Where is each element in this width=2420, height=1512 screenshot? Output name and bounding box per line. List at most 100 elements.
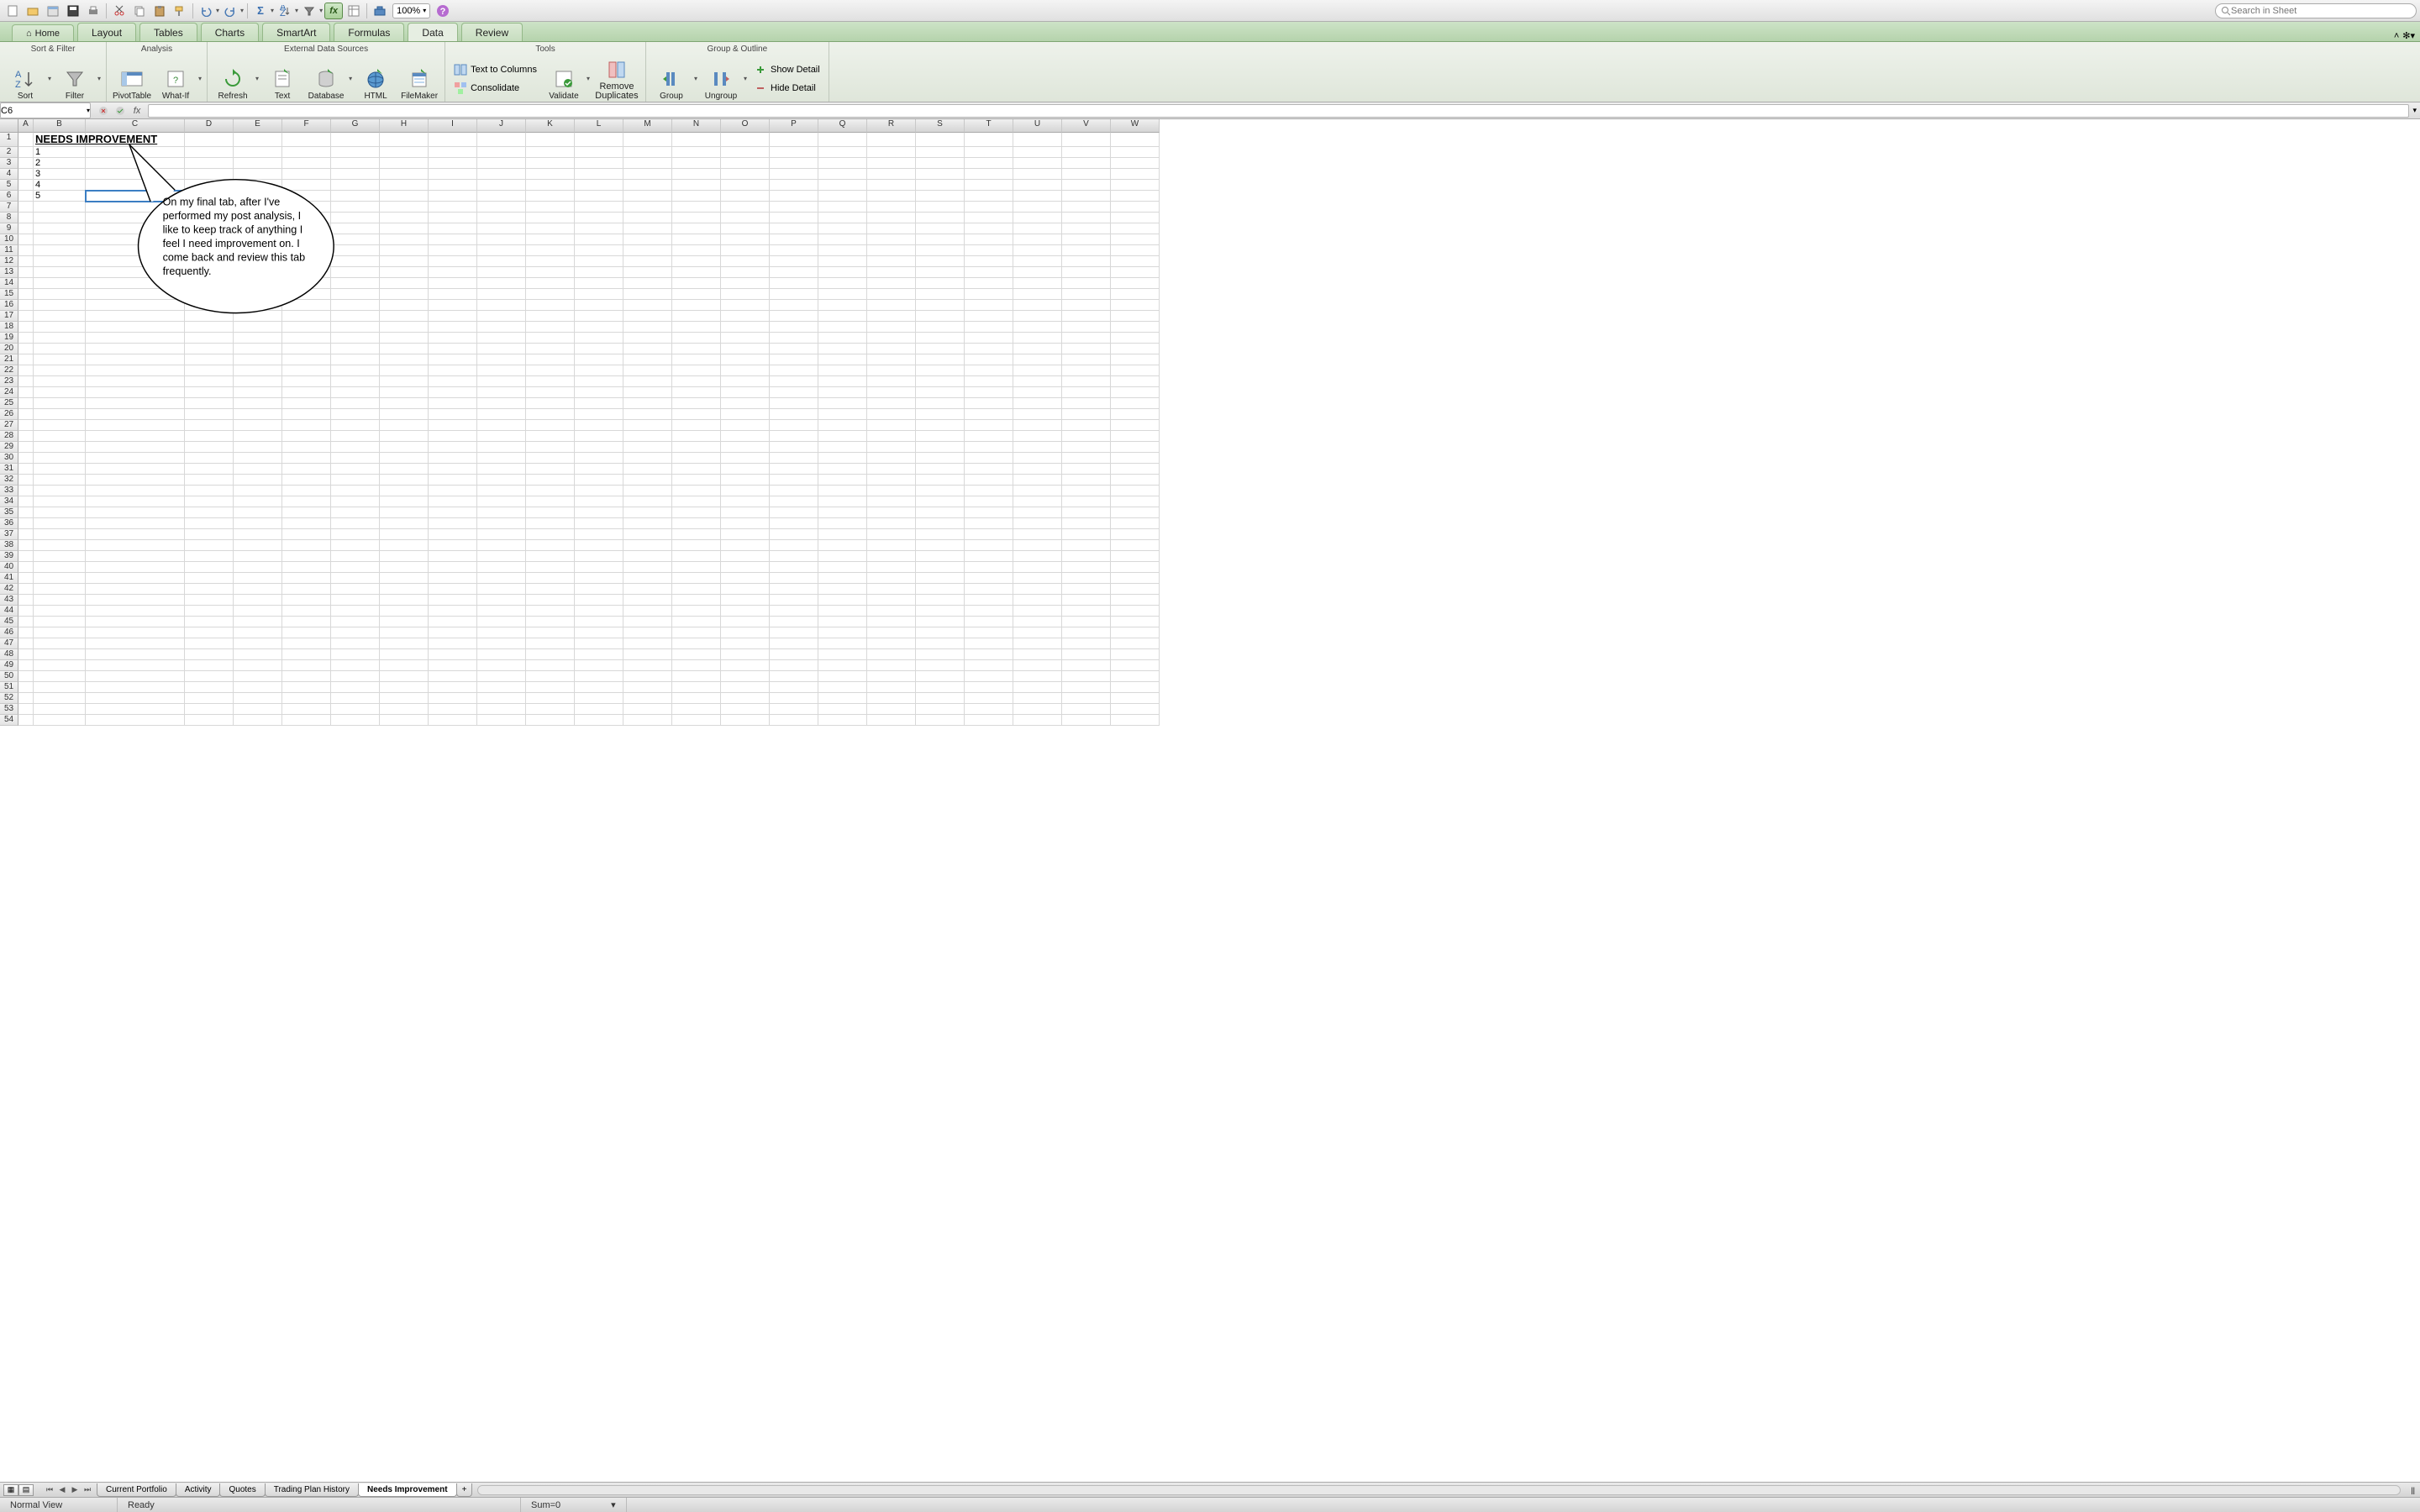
cell[interactable] — [185, 507, 234, 518]
cell[interactable] — [575, 133, 623, 147]
cell[interactable] — [1013, 213, 1062, 223]
cell[interactable] — [185, 442, 234, 453]
cell[interactable] — [916, 540, 965, 551]
cell[interactable] — [1062, 573, 1111, 584]
cell[interactable] — [86, 147, 185, 158]
cell[interactable] — [282, 278, 331, 289]
cell[interactable] — [477, 289, 526, 300]
cell[interactable] — [477, 133, 526, 147]
cell[interactable] — [331, 245, 380, 256]
cell[interactable] — [1062, 486, 1111, 496]
cell[interactable] — [234, 464, 282, 475]
row-header[interactable]: 7 — [0, 202, 18, 213]
cell[interactable] — [575, 649, 623, 660]
cell[interactable] — [18, 682, 34, 693]
cell[interactable] — [1013, 496, 1062, 507]
cell[interactable] — [331, 333, 380, 344]
cell[interactable] — [575, 256, 623, 267]
cell[interactable] — [867, 234, 916, 245]
cell[interactable] — [1013, 191, 1062, 202]
cell[interactable] — [721, 627, 770, 638]
cell[interactable] — [86, 540, 185, 551]
row-header[interactable]: 6 — [0, 191, 18, 202]
cell[interactable] — [818, 496, 867, 507]
cell[interactable] — [282, 475, 331, 486]
cell[interactable] — [623, 584, 672, 595]
cell[interactable] — [185, 213, 234, 223]
cell[interactable] — [477, 649, 526, 660]
cell[interactable] — [575, 551, 623, 562]
cell[interactable] — [234, 682, 282, 693]
cell[interactable] — [185, 660, 234, 671]
cell[interactable] — [1111, 409, 1160, 420]
cell[interactable] — [623, 234, 672, 245]
cell[interactable] — [380, 387, 429, 398]
cell[interactable] — [331, 693, 380, 704]
cell[interactable] — [234, 627, 282, 638]
cell[interactable] — [34, 365, 86, 376]
cell[interactable] — [526, 551, 575, 562]
cell[interactable] — [1013, 278, 1062, 289]
cell[interactable] — [282, 627, 331, 638]
cell[interactable] — [331, 464, 380, 475]
cell[interactable] — [770, 256, 818, 267]
cell[interactable] — [1013, 344, 1062, 354]
cell[interactable] — [1013, 289, 1062, 300]
cell[interactable] — [867, 660, 916, 671]
cell[interactable] — [623, 617, 672, 627]
cell[interactable] — [380, 344, 429, 354]
row-header[interactable]: 54 — [0, 715, 18, 726]
cell[interactable] — [867, 202, 916, 213]
cell[interactable] — [380, 169, 429, 180]
cell[interactable] — [429, 496, 477, 507]
column-header[interactable]: M — [623, 119, 672, 133]
cell[interactable] — [18, 584, 34, 595]
cell[interactable] — [86, 409, 185, 420]
cell[interactable] — [86, 562, 185, 573]
cell[interactable] — [623, 638, 672, 649]
cell[interactable] — [34, 540, 86, 551]
cell[interactable] — [1013, 704, 1062, 715]
cell[interactable] — [916, 409, 965, 420]
cell[interactable] — [818, 540, 867, 551]
cell[interactable] — [331, 671, 380, 682]
cell[interactable] — [185, 333, 234, 344]
cell[interactable] — [429, 464, 477, 475]
cell[interactable] — [575, 398, 623, 409]
cell[interactable] — [234, 540, 282, 551]
cell[interactable] — [282, 158, 331, 169]
cell[interactable] — [1111, 169, 1160, 180]
show-formulas-icon[interactable] — [345, 3, 363, 19]
cell[interactable] — [965, 529, 1013, 540]
row-header[interactable]: 45 — [0, 617, 18, 627]
cell[interactable] — [282, 704, 331, 715]
cell[interactable] — [526, 256, 575, 267]
cell[interactable] — [1111, 551, 1160, 562]
cell[interactable] — [916, 256, 965, 267]
cell[interactable] — [185, 551, 234, 562]
cell[interactable] — [1013, 234, 1062, 245]
cell[interactable] — [185, 147, 234, 158]
cell[interactable] — [282, 365, 331, 376]
cell[interactable] — [331, 551, 380, 562]
cell[interactable] — [1111, 453, 1160, 464]
cell[interactable] — [331, 267, 380, 278]
cell[interactable] — [526, 660, 575, 671]
cell[interactable] — [623, 333, 672, 344]
cell[interactable] — [916, 245, 965, 256]
cell[interactable] — [672, 496, 721, 507]
cell[interactable] — [86, 595, 185, 606]
cell[interactable] — [380, 518, 429, 529]
cell[interactable] — [623, 551, 672, 562]
cell[interactable] — [331, 354, 380, 365]
cell[interactable] — [477, 169, 526, 180]
column-header[interactable]: E — [234, 119, 282, 133]
cell[interactable] — [575, 475, 623, 486]
cell[interactable] — [575, 464, 623, 475]
cell[interactable] — [526, 638, 575, 649]
row-header[interactable]: 2 — [0, 147, 18, 158]
cell[interactable] — [575, 300, 623, 311]
cell[interactable] — [867, 158, 916, 169]
cell[interactable] — [623, 649, 672, 660]
cell[interactable] — [477, 387, 526, 398]
